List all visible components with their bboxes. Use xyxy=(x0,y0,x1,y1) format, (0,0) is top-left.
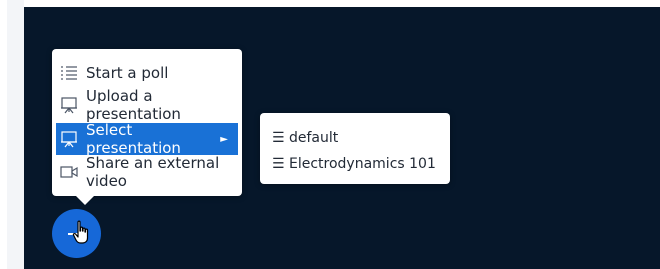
menu-item-label: Upload a presentation xyxy=(86,87,181,123)
submenu-item-default[interactable]: ☰ default xyxy=(272,127,338,149)
submenu-arrow-icon: ► xyxy=(220,133,228,145)
menu-caret xyxy=(75,195,95,205)
share-external-video-menu-item[interactable]: Share an external video xyxy=(56,154,238,190)
submenu-item-electrodynamics[interactable]: ☰ Electrodynamics 101 xyxy=(272,153,436,175)
list-icon: ☰ xyxy=(272,130,285,146)
select-presentation-menu-item[interactable]: Select presentation ► xyxy=(56,121,238,157)
presentation-submenu: ☰ default ☰ Electrodynamics 101 xyxy=(260,113,450,184)
upload-presentation-menu-item[interactable]: Upload a presentation xyxy=(56,87,238,123)
presentation-icon xyxy=(60,96,78,114)
start-poll-menu-item[interactable]: Start a poll xyxy=(56,57,238,89)
menu-item-label: Start a poll xyxy=(86,64,169,82)
poll-list-icon xyxy=(60,64,78,82)
actions-menu: Start a poll Upload a presentation Selec… xyxy=(52,49,242,196)
submenu-item-label: default xyxy=(289,130,339,146)
menu-item-label: Select presentation xyxy=(86,121,181,157)
submenu-item-label: Electrodynamics 101 xyxy=(289,156,436,172)
menu-item-label: Share an external video xyxy=(86,154,220,190)
hand-cursor-icon xyxy=(72,220,89,244)
left-sidebar-edge xyxy=(7,0,24,269)
presentation-icon xyxy=(60,130,78,148)
list-icon: ☰ xyxy=(272,156,285,172)
video-camera-icon xyxy=(60,163,78,181)
